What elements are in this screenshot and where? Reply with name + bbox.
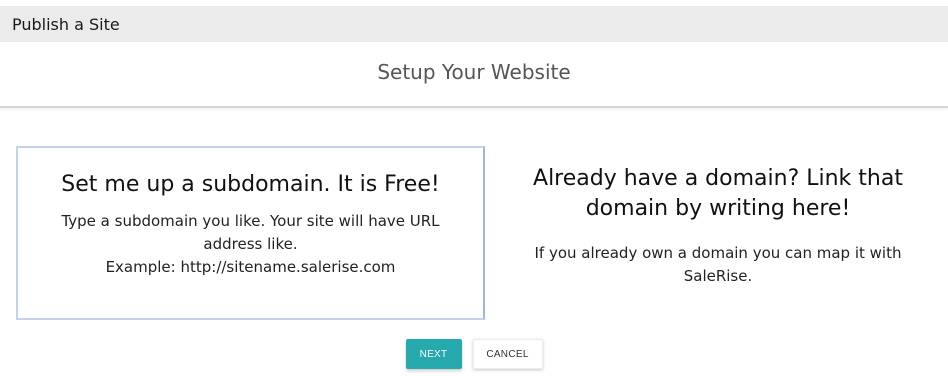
dialog-title: Publish a Site [12, 14, 120, 34]
subdomain-example-text: Example: http://sitename.salerise.com [105, 258, 396, 276]
subdomain-option-description: Type a subdomain you like. Your site wil… [18, 210, 483, 279]
cancel-button[interactable]: CANCEL [472, 339, 543, 369]
own-domain-option-description: If you already own a domain you can map … [534, 244, 902, 285]
dialog-titlebar: Publish a Site [0, 6, 948, 42]
subdomain-option-card[interactable]: Set me up a subdomain. It is Free! Type … [16, 146, 485, 320]
own-domain-option-title: Already have a domain? Link that domain … [533, 166, 903, 221]
own-domain-option-card[interactable]: Already have a domain? Link that domain … [494, 146, 942, 320]
action-buttons: NEXT CANCEL [0, 339, 948, 369]
subdomain-option-title: Set me up a subdomain. It is Free! [61, 172, 440, 197]
subdomain-description-text: Type a subdomain you like. Your site wil… [61, 212, 440, 253]
page-title: Setup Your Website [377, 60, 571, 84]
page-header: Setup Your Website [0, 42, 948, 108]
next-button[interactable]: NEXT [405, 339, 462, 369]
